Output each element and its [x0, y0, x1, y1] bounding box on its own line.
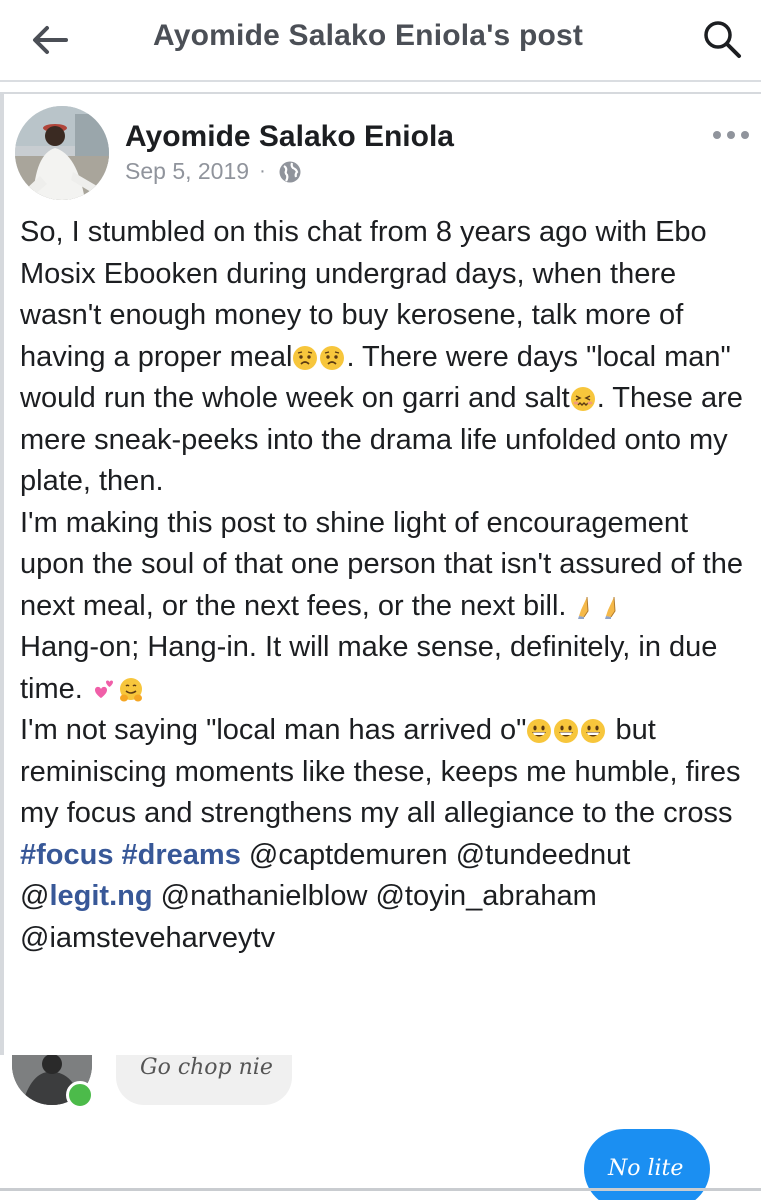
mention-iamsteveharveytv[interactable]: @iamsteveharveytv — [20, 922, 275, 954]
avatar-photo — [15, 106, 109, 200]
post-date[interactable]: Sep 5, 2019 — [125, 158, 249, 185]
worried-face-emoji — [320, 345, 345, 370]
meta-separator: · — [259, 160, 266, 182]
folded-hands-emoji — [604, 596, 616, 619]
received-message-text: Go chop nie — [140, 1055, 273, 1080]
content-left-border — [0, 92, 4, 1092]
more-horizontal-icon — [713, 131, 749, 139]
post-text: So, I stumbled on this chat from 8 years… — [20, 212, 755, 959]
search-icon — [704, 21, 741, 58]
hashtag-dreams[interactable]: #dreams — [122, 839, 241, 871]
post-options-button[interactable] — [708, 120, 754, 150]
mention-toyin-abraham[interactable]: @toyin_abraham — [375, 880, 596, 912]
back-button[interactable] — [28, 18, 72, 62]
top-bar: Ayomide Salako Eniola's post — [0, 0, 761, 82]
arrow-left-icon — [33, 26, 68, 54]
worried-face-emoji — [293, 345, 318, 370]
mention-tundeednut[interactable]: @tundeednut — [456, 839, 631, 871]
grinning-face-emoji — [554, 719, 579, 743]
grinning-face-emoji — [581, 719, 606, 743]
page-title: Ayomide Salako Eniola's post — [153, 19, 584, 52]
search-button[interactable] — [697, 16, 747, 62]
bottom-divider — [0, 1188, 761, 1191]
confounded-face-emoji — [570, 387, 595, 411]
hashtag-focus[interactable]: #focus — [20, 839, 113, 871]
author-avatar[interactable] — [15, 106, 109, 200]
content-divider — [0, 92, 761, 94]
post-tags: #focus #dreams @captdemuren @tundeednut … — [20, 835, 755, 960]
online-status-dot — [66, 1081, 94, 1109]
mention-at-symbol: @ — [20, 880, 50, 912]
post-text-segment: I'm making this post to shine light of e… — [20, 506, 743, 622]
post-header: Ayomide Salako Eniola Sep 5, 2019 · — [0, 100, 761, 200]
folded-hands-emoji — [577, 596, 589, 619]
post-paragraph: So, I stumbled on this chat from 8 years… — [20, 212, 755, 503]
mention-captdemuren[interactable]: @captdemuren — [249, 839, 448, 871]
post-meta: Sep 5, 2019 · — [125, 158, 302, 185]
post-paragraph: Hang-on; Hang-in. It will make sense, de… — [20, 627, 755, 710]
two-hearts-emoji — [94, 680, 113, 698]
globe-icon — [279, 161, 301, 182]
post-paragraph: I'm making this post to shine light of e… — [20, 503, 755, 628]
post-text-segment: I'm not saying "local man has arrived o" — [20, 714, 527, 746]
sent-message-text: No lite — [608, 1156, 684, 1181]
mention-legit-ng-link[interactable]: legit.ng — [49, 880, 152, 912]
grinning-face-emoji — [527, 719, 552, 743]
post-attached-image[interactable]: Go chop nie No lite — [0, 1055, 761, 1200]
author-name[interactable]: Ayomide Salako Eniola — [125, 120, 454, 154]
mention-nathanielblow[interactable]: @nathanielblow — [161, 880, 368, 912]
mention-legit-ng[interactable]: @legit.ng — [20, 880, 153, 912]
post-paragraph: I'm not saying "local man has arrived o"… — [20, 710, 755, 835]
hugging-face-emoji — [119, 677, 142, 701]
